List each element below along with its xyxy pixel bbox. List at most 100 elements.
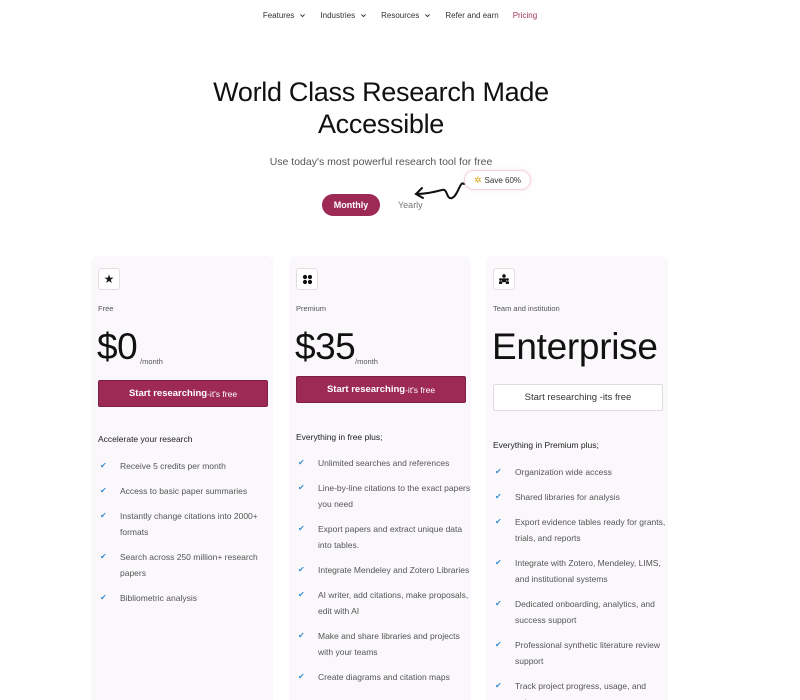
plan-name: Free <box>98 304 114 313</box>
list-item: ✔ Create diagrams and citation maps <box>296 669 471 685</box>
check-icon: ✔ <box>298 631 305 640</box>
nav-features-label: Features <box>262 11 295 20</box>
cta-label: Start researching <box>326 384 406 395</box>
page-subtitle: Use today's most powerful research tool … <box>269 156 493 168</box>
plan-card-premium: Premium $35 /month Start researching -it'… <box>289 256 471 700</box>
page-title-line-2: Accessible <box>317 109 445 139</box>
list-item: ✔ Instantly change citations into 2000+ f… <box>98 508 273 540</box>
list-item: ✔ Search across 250 million+ research pap… <box>98 549 273 581</box>
plan-name: Team and institution <box>493 304 560 313</box>
save-badge: ✲ Save 60% <box>464 170 532 190</box>
plan-price: $0 <box>97 326 138 367</box>
check-icon: ✔ <box>495 492 502 501</box>
feature-text: Integrate with Zotero, Mendeley, LIMS, a… <box>515 558 661 584</box>
price-period: /month <box>355 357 378 366</box>
check-icon: ✔ <box>298 672 305 681</box>
features-heading: Accelerate your research <box>98 434 193 444</box>
plan-card-free: ★ Free $0 /month Start researching -it's … <box>91 256 273 700</box>
start-researching-button[interactable]: Start researching -its free <box>493 384 663 411</box>
sparkle-icon: ✲ <box>474 174 482 185</box>
chevron-down-icon <box>425 14 431 18</box>
check-icon: ✔ <box>298 483 305 492</box>
list-item: ✔ Unlimited searches and references <box>296 455 471 471</box>
curved-arrow-icon <box>414 182 465 200</box>
list-item: ✔ Export papers and extract unique data i… <box>296 521 471 553</box>
list-item: ✔ Make and share libraries and projects w… <box>296 628 471 660</box>
check-icon: ✔ <box>495 517 502 526</box>
feature-text: Organization wide access <box>515 467 612 477</box>
nav-resources-label: Resources <box>381 11 420 20</box>
cta-suffix: -it's free <box>207 388 238 399</box>
check-icon: ✔ <box>298 565 305 574</box>
list-item: ✔ Dedicated onboarding, analytics, and su… <box>493 596 668 628</box>
nav-pricing-label: Pricing <box>512 11 538 20</box>
nav-pricing[interactable]: Pricing <box>506 11 544 20</box>
list-item: ✔ Export evidence tables ready for grants… <box>493 514 668 546</box>
monthly-toggle-button[interactable]: Monthly <box>322 194 380 216</box>
feature-text: Integrate Mendeley and Zotero Libraries <box>318 565 470 575</box>
page-title-line-1: World Class Research Made <box>213 77 549 107</box>
feature-text: Track project progress, usage, and outco… <box>515 681 647 700</box>
feature-text: AI writer, add citations, make proposals… <box>318 590 469 616</box>
start-researching-button[interactable]: Start researching -it's free <box>98 380 268 407</box>
feature-text: Make and share libraries and projects wi… <box>318 631 460 657</box>
list-item: ✔ Receive 5 credits per month <box>98 458 273 474</box>
check-icon: ✔ <box>495 558 502 567</box>
feature-text: Professional synthetic literature review… <box>515 640 661 666</box>
list-item: ✔ Track project progress, usage, and outc… <box>493 678 668 700</box>
check-icon: ✔ <box>100 593 107 602</box>
feature-text: Instantly change citations into 2000+ fo… <box>120 511 258 537</box>
list-item: ✔ AI writer, add citations, make proposal… <box>296 587 471 619</box>
feature-text: Dedicated onboarding, analytics, and suc… <box>515 599 655 625</box>
list-item: ✔ Bibliometric analysis <box>98 590 273 606</box>
plan-name: Premium <box>296 304 327 313</box>
plan-price: $35 <box>295 326 356 367</box>
feature-text: Search across 250 million+ research pape… <box>120 552 258 578</box>
list-item: ✔ Shared libraries for analysis <box>493 489 668 505</box>
feature-list: ✔ Receive 5 credits per month ✔ Access to … <box>98 458 273 615</box>
start-researching-button[interactable]: Start researching -it's free <box>296 376 466 403</box>
list-item: ✔ Integrate with Zotero, Mendeley, LIMS, … <box>493 555 668 587</box>
feature-text: Access to basic paper summaries <box>120 486 248 496</box>
check-icon: ✔ <box>495 467 502 476</box>
chevron-down-icon <box>300 14 306 18</box>
check-icon: ✔ <box>100 486 107 495</box>
star-icon: ★ <box>98 268 120 290</box>
feature-text: Export papers and extract unique data in… <box>318 524 463 550</box>
feature-text: Receive 5 credits per month <box>120 461 226 471</box>
list-item: ✔ Integrate Mendeley and Zotero Libraries <box>296 562 471 578</box>
feature-text: Export evidence tables ready for grants,… <box>515 517 666 543</box>
feature-list: ✔ Unlimited searches and references ✔ Line… <box>296 455 471 694</box>
feature-text: Bibliometric analysis <box>120 593 197 603</box>
nav-refer-and-earn[interactable]: Refer and earn <box>438 11 505 20</box>
plan-price: Enterprise <box>492 326 658 367</box>
page-title: World Class Research Made Accessible <box>0 76 762 140</box>
list-item: ✔ Access to basic paper summaries <box>98 483 273 499</box>
nav-resources[interactable]: Resources <box>374 11 438 20</box>
price-period: /month <box>140 357 163 366</box>
plan-card-enterprise: Team and institution Enterprise Start re… <box>486 256 668 700</box>
nav-industries[interactable]: Industries <box>313 11 374 20</box>
features-heading: Everything in Premium plus; <box>493 440 599 450</box>
check-icon: ✔ <box>100 461 107 470</box>
feature-list: ✔ Organization wide access ✔ Shared librar… <box>493 464 668 700</box>
cta-label: Start researching <box>128 388 208 399</box>
check-icon: ✔ <box>100 552 107 561</box>
check-icon: ✔ <box>495 599 502 608</box>
check-icon: ✔ <box>298 524 305 533</box>
nav-features[interactable]: Features <box>256 11 314 20</box>
grid-icon <box>296 268 318 290</box>
list-item: ✔ Line-by-line citations to the exact pap… <box>296 480 471 512</box>
team-icon <box>493 268 515 290</box>
features-heading: Everything in free plus; <box>296 432 383 442</box>
top-nav: Features Industries Resources Refer and … <box>0 11 800 20</box>
feature-text: Unlimited searches and references <box>318 458 450 468</box>
check-icon: ✔ <box>298 458 305 467</box>
save-badge-label: Save 60% <box>484 175 522 185</box>
check-icon: ✔ <box>100 511 107 520</box>
check-icon: ✔ <box>298 590 305 599</box>
chevron-down-icon <box>361 14 367 18</box>
list-item: ✔ Professional synthetic literature revie… <box>493 637 668 669</box>
list-item: ✔ Organization wide access <box>493 464 668 480</box>
feature-text: Shared libraries for analysis <box>515 492 620 502</box>
